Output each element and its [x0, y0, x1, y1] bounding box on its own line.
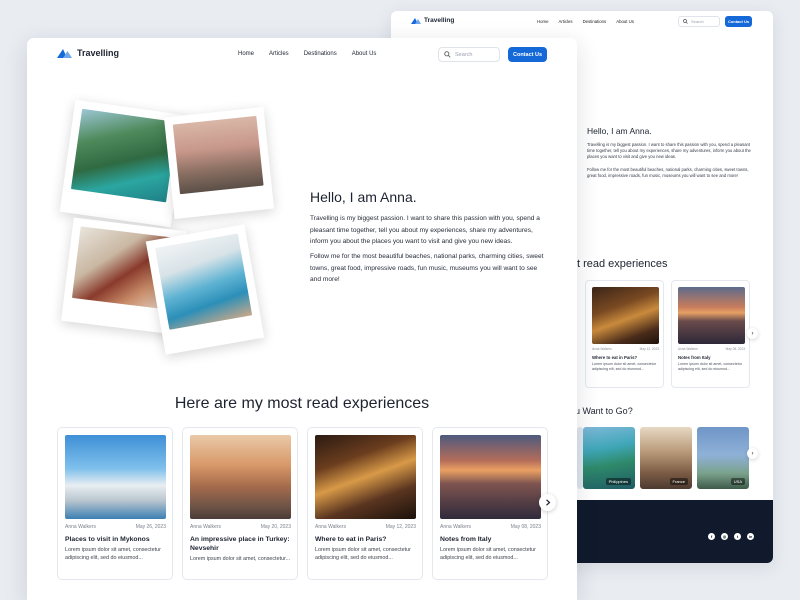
polaroid-photo-balloons: [163, 107, 275, 219]
chevron-right-icon[interactable]: [539, 494, 556, 511]
main-page: Travelling Home Articles Destinations Ab…: [27, 38, 577, 600]
photo-boat-image: [70, 108, 178, 203]
back-destination-label: USA: [730, 478, 745, 485]
back-logo[interactable]: Travelling: [411, 17, 454, 24]
back-card-date: May 08, 2023: [725, 347, 745, 351]
card-description: Lorem ipsum dolor sit amet, consectetur …: [315, 547, 411, 561]
back-card-image: [678, 287, 745, 344]
back-card-title: Where to eat in Paris?: [592, 355, 638, 360]
card-title[interactable]: Notes from Italy: [440, 535, 541, 544]
card-date: May 26, 2023: [135, 524, 166, 530]
hero-paragraph-1: Travelling is my biggest passion. I want…: [310, 215, 540, 245]
brand-name: Travelling: [77, 48, 120, 58]
card-description: Lorem ipsum dolor sit amet, consectetur.…: [190, 556, 291, 562]
twitter-icon[interactable]: t: [734, 533, 741, 540]
back-card-desc: Lorem ipsum dolor sit amet, consectetur …: [592, 362, 656, 371]
back-destination-france[interactable]: France: [640, 427, 692, 489]
card-title[interactable]: Where to eat in Paris?: [315, 535, 416, 544]
card-description: Lorem ipsum dolor sit amet, consectetur …: [65, 547, 161, 561]
card-image-italy: [440, 435, 541, 519]
navbar: Travelling Home Articles Destinations Ab…: [27, 38, 577, 72]
back-hero-paragraph-2: Follow me for the most beautiful beaches…: [587, 167, 749, 179]
back-destination-philippines[interactable]: Philippines: [583, 427, 635, 489]
back-hero-paragraph-1: Travelling is my biggest passion. I want…: [587, 142, 751, 160]
card-author: Anna Walkers: [440, 524, 471, 530]
back-card-desc: Lorem ipsum dolor sit amet, consectetur …: [678, 362, 742, 371]
photo-balloons-image: [172, 115, 264, 195]
card-image-nevsehir: [190, 435, 291, 519]
card-author: Anna Walkers: [190, 524, 221, 530]
back-card-author: Anna Walkers: [592, 347, 612, 351]
back-card-title: Notes from Italy: [678, 355, 711, 360]
back-contact-button[interactable]: Contact Us: [725, 16, 752, 27]
card-date: May 12, 2023: [385, 524, 416, 530]
logo[interactable]: Travelling: [57, 48, 119, 58]
linkedin-icon[interactable]: in: [747, 533, 754, 540]
photo-balcony-image: [155, 233, 253, 330]
back-hero-title: Hello, I am Anna.: [587, 126, 652, 136]
chevron-right-glyph: [545, 499, 550, 506]
back-destination-usa[interactable]: USA: [697, 427, 749, 489]
search-input[interactable]: [455, 51, 495, 58]
card-date: May 08, 2023: [510, 524, 541, 530]
back-section-title-experiences: t read experiences: [577, 258, 668, 270]
back-section-title-destinations: u Want to Go?: [575, 406, 633, 416]
card-image-mykonos: [65, 435, 166, 519]
back-nav-about[interactable]: About Us: [616, 19, 634, 24]
nav-about-us[interactable]: About Us: [352, 51, 377, 57]
experience-card-mykonos[interactable]: Anna Walkers May 26, 2023 Places to visit…: [57, 427, 173, 580]
hero-paragraph-2: Follow me for the most beautiful beaches…: [310, 253, 544, 283]
contact-us-button[interactable]: Contact Us: [508, 47, 547, 62]
card-title[interactable]: Places to visit in Mykonos: [65, 535, 166, 544]
back-search-input[interactable]: Search: [678, 16, 720, 27]
back-destinations-next-icon[interactable]: ›: [747, 448, 758, 459]
mountain-logo-icon: [57, 49, 72, 58]
instagram-icon[interactable]: ◎: [721, 533, 728, 540]
nav-home[interactable]: Home: [238, 51, 254, 57]
experience-card-italy[interactable]: Anna Walkers May 08, 2023 Notes from Ital…: [432, 427, 548, 580]
facebook-icon[interactable]: f: [708, 533, 715, 540]
nav-articles[interactable]: Articles: [269, 51, 289, 57]
search-icon: [444, 51, 451, 58]
back-search-placeholder: Search: [691, 19, 704, 24]
back-card-paris[interactable]: Anna Walkers May 12, 2023 Where to eat in…: [585, 280, 664, 388]
back-destination-label: Philippines: [605, 478, 631, 485]
back-destination-label: France: [669, 478, 688, 485]
card-author: Anna Walkers: [315, 524, 346, 530]
nav-destinations[interactable]: Destinations: [304, 51, 337, 57]
back-nav-articles[interactable]: Articles: [558, 19, 572, 24]
back-nav-destinations[interactable]: Destinations: [583, 19, 607, 24]
back-nav-home[interactable]: Home: [537, 19, 548, 24]
hero-title: Hello, I am Anna.: [310, 189, 417, 205]
card-author: Anna Walkers: [65, 524, 96, 530]
experience-card-paris[interactable]: Anna Walkers May 12, 2023 Where to eat in…: [307, 427, 423, 580]
card-date: May 20, 2023: [260, 524, 291, 530]
search-icon: [683, 19, 688, 24]
back-brand-name: Travelling: [424, 17, 455, 24]
polaroid-photo-balcony: [145, 224, 265, 355]
search-box[interactable]: [438, 47, 500, 62]
back-next-arrow-icon[interactable]: ›: [747, 328, 758, 339]
experiences-section-title: Here are my most read experiences: [174, 395, 430, 412]
back-card-author: Anna Walkers: [678, 347, 698, 351]
card-description: Lorem ipsum dolor sit amet, consectetur …: [440, 547, 536, 561]
back-card-date: May 12, 2023: [639, 347, 659, 351]
card-image-paris: [315, 435, 416, 519]
experience-card-nevsehir[interactable]: Anna Walkers May 20, 2023 An impressive p…: [182, 427, 298, 580]
back-card-image: [592, 287, 659, 344]
back-card-italy[interactable]: Anna Walkers May 08, 2023 Notes from Ital…: [671, 280, 750, 388]
mountain-logo-icon: [411, 18, 421, 24]
back-navbar: Travelling Home Articles Destinations Ab…: [391, 11, 773, 33]
card-title[interactable]: An impressive place in Turkey: Nevsehir: [190, 535, 291, 553]
